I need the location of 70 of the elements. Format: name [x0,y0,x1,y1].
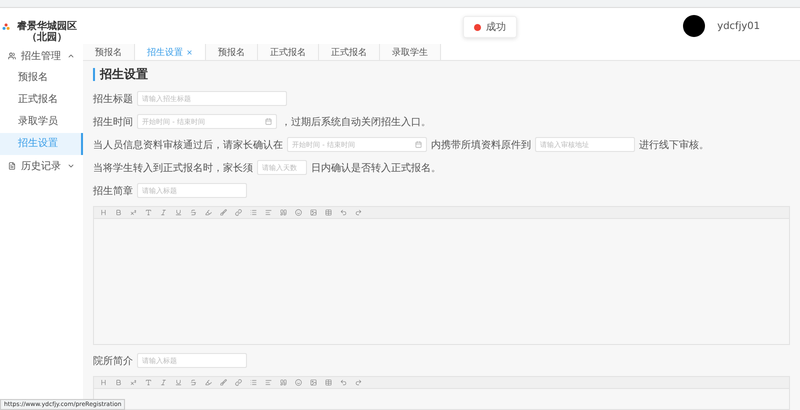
form-label: 日内确认是否转入正式报名。 [311,162,441,174]
toolbar-tool-icon[interactable] [115,379,122,386]
sidebar-group[interactable]: 历史记录 [0,155,83,177]
toolbar-tool-icon[interactable] [340,209,347,216]
calendar-icon [265,118,272,125]
toolbar-tool-icon[interactable] [280,379,287,386]
toolbar-tool-icon[interactable] [310,209,317,216]
form-label: 当将学生转入到正式报名时，家长须 [93,162,253,174]
toolbar-tool-icon[interactable] [175,379,182,386]
form-label: 招生时间 [93,116,133,128]
toolbar-tool-icon[interactable] [190,379,197,386]
toolbar-tool-icon[interactable] [145,209,152,216]
toolbar-tool-icon[interactable] [130,209,137,216]
toolbar-tool-icon[interactable] [115,209,122,216]
toolbar-tool-icon[interactable] [220,379,227,386]
toolbar-tool-icon[interactable] [100,209,107,216]
calendar-icon [415,141,422,148]
sidebar-item[interactable]: 录取学员 [0,111,83,133]
form-label: 招生简章 [93,184,133,198]
toolbar-tool-icon[interactable] [310,379,317,386]
user-name[interactable]: ydcfjy01 [717,20,760,32]
users-icon [8,52,16,60]
toolbar-tool-icon[interactable] [340,379,347,386]
tab[interactable]: 预报名 [206,44,258,60]
toolbar-tool-icon[interactable] [295,379,302,386]
form-label: 当人员信息资料审核通过后，请家长确认在 [93,138,283,152]
toolbar-tool-icon[interactable] [100,379,107,386]
tab[interactable]: 正式报名 [258,44,319,60]
tab[interactable]: 正式报名 [319,44,380,60]
avatar[interactable] [683,15,706,37]
toolbar-tool-icon[interactable] [325,379,332,386]
chevron-down-icon [67,162,75,170]
toolbar-tool-icon[interactable] [145,379,152,386]
toolbar-tool-icon[interactable] [220,209,227,216]
toolbar-tool-icon[interactable] [265,379,272,386]
toolbar-tool-icon[interactable] [160,379,167,386]
form-label: 进行线下审核。 [639,138,709,152]
toolbar-tool-icon[interactable] [130,379,137,386]
toolbar-tool-icon[interactable] [250,379,257,386]
toolbar-tool-icon[interactable] [205,209,212,216]
sidebar-item[interactable]: 正式报名 [0,89,83,111]
sidebar-item[interactable]: 预报名 [0,67,83,89]
sidebar-group[interactable]: 招生管理 [0,45,83,67]
document-icon [8,162,16,170]
app-title: 睿景华城园区（北园） [16,21,78,43]
toolbar-tool-icon[interactable] [205,379,212,386]
toolbar-tool-icon[interactable] [235,209,242,216]
tab[interactable]: 录取学生 [380,44,441,60]
toolbar-tool-icon[interactable] [265,209,272,216]
toolbar-tool-icon[interactable] [175,209,182,216]
error-dot-icon [474,24,481,30]
form-label: 内携带所填资料原件到 [431,138,531,152]
toolbar-tool-icon[interactable] [295,209,302,216]
toolbar-tool-icon[interactable] [160,209,167,216]
toolbar-tool-icon[interactable] [235,379,242,386]
toolbar-tool-icon[interactable] [355,209,362,216]
logo-icon [2,21,10,33]
toast-text: 成功 [486,20,506,34]
form-label: 招生标题 [93,92,133,106]
page-title: 招生设置 [93,68,790,81]
chevron-up-icon [67,52,75,60]
close-icon[interactable] [186,48,193,56]
form-label: ，过期后系统自动关闭招生入口。 [281,116,431,128]
form-label: 院所简介 [93,354,133,368]
toolbar-tool-icon[interactable] [280,209,287,216]
toolbar-tool-icon[interactable] [190,209,197,216]
toolbar-tool-icon[interactable] [355,379,362,386]
tab[interactable]: 预报名 [83,44,135,60]
toolbar-tool-icon[interactable] [325,209,332,216]
toolbar-tool-icon[interactable] [250,209,257,216]
